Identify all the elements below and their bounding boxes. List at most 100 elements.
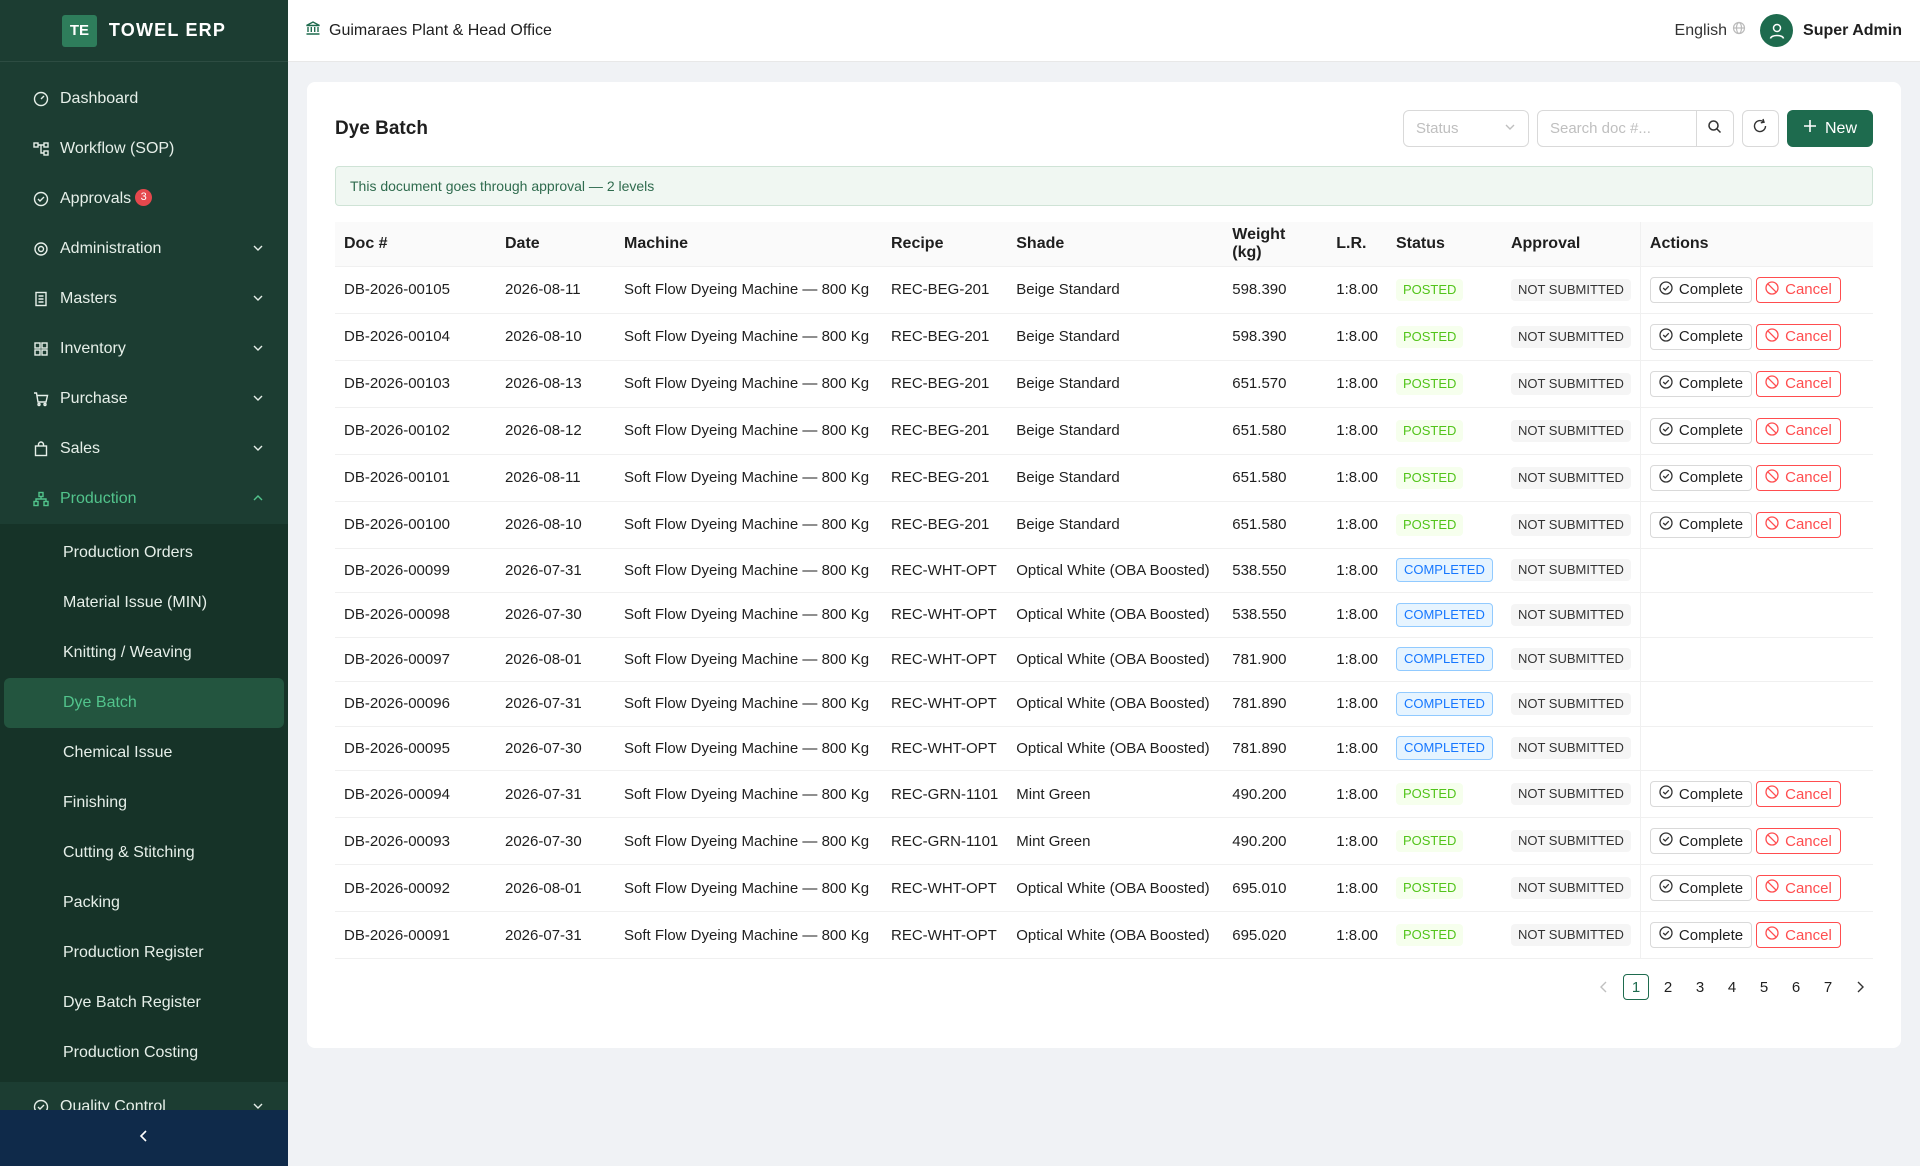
table-row[interactable]: DB-2026-00103 2026-08-13 Soft Flow Dyeing … [335, 360, 1873, 408]
search-button[interactable] [1696, 110, 1734, 147]
table-row[interactable]: DB-2026-00091 2026-07-31 Soft Flow Dyeing … [335, 911, 1873, 959]
sidebar-item-purchase[interactable]: Purchase [0, 374, 288, 424]
complete-button[interactable]: Complete [1649, 464, 1753, 491]
cell-shade: Mint Green [1007, 817, 1224, 865]
cancel-button[interactable]: Cancel [1756, 875, 1841, 901]
column-header-date[interactable]: Date [496, 222, 615, 267]
sidebar-subitem-packing[interactable]: Packing [4, 878, 284, 928]
sidebar-subitem-knitting-weaving[interactable]: Knitting / Weaving [4, 628, 284, 678]
table-row[interactable]: DB-2026-00092 2026-08-01 Soft Flow Dyeing … [335, 864, 1873, 912]
page-button[interactable]: 6 [1783, 974, 1809, 1000]
cell-doc: DB-2026-00104 [335, 313, 496, 361]
user-menu[interactable]: Super Admin [1760, 14, 1902, 47]
sidebar-subitem-finishing[interactable]: Finishing [4, 778, 284, 828]
sidebar-item-quality-control[interactable]: Quality Control [0, 1082, 288, 1110]
refresh-button[interactable] [1741, 110, 1779, 147]
sidebar-subitem-dye-batch[interactable]: Dye Batch [4, 678, 284, 728]
search-input[interactable] [1536, 110, 1697, 147]
cancel-label: Cancel [1785, 469, 1832, 486]
cancel-button[interactable]: Cancel [1756, 276, 1841, 303]
approval-badge: NOT SUBMITTED [1510, 372, 1631, 395]
cancel-button[interactable]: Cancel [1756, 828, 1841, 854]
page-button[interactable]: 7 [1815, 974, 1841, 1000]
sidebar-collapse-button[interactable] [0, 1110, 288, 1166]
check-circle-icon [1659, 374, 1673, 393]
next-page-button[interactable] [1847, 974, 1873, 1000]
sidebar-item-dashboard[interactable]: Dashboard [0, 74, 288, 124]
page-button[interactable]: 2 [1655, 974, 1681, 1000]
complete-label: Complete [1678, 926, 1744, 944]
table-row[interactable]: DB-2026-00105 2026-08-11 Soft Flow Dyeing … [335, 266, 1873, 314]
column-header-doc[interactable]: Doc # [335, 222, 496, 267]
cancel-button[interactable]: Cancel [1756, 417, 1841, 444]
table-row[interactable]: DB-2026-00096 2026-07-31 Soft Flow Dyeing … [335, 681, 1873, 727]
cancel-button[interactable]: Cancel [1756, 323, 1841, 350]
complete-button[interactable]: Complete [1649, 875, 1753, 901]
status-filter-select[interactable]: Status [1402, 110, 1529, 147]
table-row[interactable]: DB-2026-00102 2026-08-12 Soft Flow Dyeing … [335, 407, 1873, 455]
cancel-button[interactable]: Cancel [1756, 511, 1841, 538]
page-button[interactable]: 3 [1687, 974, 1713, 1000]
cell-recipe: REC-BEG-201 [882, 360, 1008, 408]
sidebar-item-workflow[interactable]: Workflow (SOP) [0, 124, 288, 174]
complete-button[interactable]: Complete [1649, 323, 1753, 350]
complete-button[interactable]: Complete [1649, 781, 1753, 807]
column-header-weight[interactable]: Weight (kg) [1223, 222, 1328, 267]
complete-button[interactable]: Complete [1649, 276, 1753, 303]
globe-icon [1732, 21, 1746, 40]
cell-actions: Complete Cancel [1639, 313, 1873, 361]
complete-button[interactable]: Complete [1649, 370, 1753, 397]
table-row[interactable]: DB-2026-00100 2026-08-10 Soft Flow Dyeing … [335, 501, 1873, 549]
cell-approval: NOT SUBMITTED [1501, 360, 1641, 408]
cell-machine: Soft Flow Dyeing Machine — 800 Kg [615, 637, 882, 682]
complete-button[interactable]: Complete [1649, 511, 1753, 538]
table-row[interactable]: DB-2026-00093 2026-07-30 Soft Flow Dyeing … [335, 817, 1873, 865]
sidebar-subitem-cutting-stitching[interactable]: Cutting & Stitching [4, 828, 284, 878]
column-header-status[interactable]: Status [1386, 222, 1502, 267]
org-selector[interactable]: Guimaraes Plant & Head Office [305, 20, 552, 41]
page-button[interactable]: 5 [1751, 974, 1777, 1000]
sidebar-subitem-material-issue[interactable]: Material Issue (MIN) [4, 578, 284, 628]
status-badge: POSTED [1395, 783, 1464, 805]
sidebar-item-inventory[interactable]: Inventory [0, 324, 288, 374]
new-button[interactable]: New [1786, 110, 1873, 147]
column-header-shade[interactable]: Shade [1007, 222, 1224, 267]
sidebar-subitem-production-orders[interactable]: Production Orders [4, 528, 284, 578]
prev-page-button[interactable] [1591, 974, 1617, 1000]
cancel-button[interactable]: Cancel [1756, 781, 1841, 807]
sidebar-item-production[interactable]: Production [0, 474, 288, 524]
table-row[interactable]: DB-2026-00098 2026-07-30 Soft Flow Dyeing … [335, 592, 1873, 638]
sidebar-subitem-chemical-issue[interactable]: Chemical Issue [4, 728, 284, 778]
column-header-machine[interactable]: Machine [615, 222, 882, 267]
cell-date: 2026-07-31 [496, 548, 615, 593]
table-row[interactable]: DB-2026-00104 2026-08-10 Soft Flow Dyeing … [335, 313, 1873, 361]
sidebar-item-masters[interactable]: Masters [0, 274, 288, 324]
table-row[interactable]: DB-2026-00097 2026-08-01 Soft Flow Dyeing … [335, 637, 1873, 682]
sidebar-item-administration[interactable]: Administration [0, 224, 288, 274]
cell-actions: Complete Cancel [1639, 407, 1873, 455]
stop-icon [1765, 374, 1779, 393]
column-header-approval[interactable]: Approval [1501, 222, 1641, 267]
cancel-button[interactable]: Cancel [1756, 464, 1841, 491]
column-header-lr[interactable]: L.R. [1327, 222, 1387, 267]
cancel-button[interactable]: Cancel [1756, 922, 1841, 948]
sidebar-subitem-production-register[interactable]: Production Register [4, 928, 284, 978]
complete-button[interactable]: Complete [1649, 922, 1753, 948]
table-row[interactable]: DB-2026-00099 2026-07-31 Soft Flow Dyeing … [335, 548, 1873, 593]
sidebar-subitem-dye-batch-register[interactable]: Dye Batch Register [4, 978, 284, 1028]
table-row[interactable]: DB-2026-00101 2026-08-11 Soft Flow Dyeing … [335, 454, 1873, 502]
page-button[interactable]: 1 [1623, 974, 1649, 1000]
complete-button[interactable]: Complete [1649, 828, 1753, 854]
language-selector[interactable]: English [1675, 21, 1746, 40]
table-row[interactable]: DB-2026-00094 2026-07-31 Soft Flow Dyeing … [335, 770, 1873, 818]
complete-button[interactable]: Complete [1649, 417, 1753, 444]
cancel-button[interactable]: Cancel [1756, 370, 1841, 397]
column-header-recipe[interactable]: Recipe [882, 222, 1008, 267]
page-button[interactable]: 4 [1719, 974, 1745, 1000]
sidebar-item-approvals[interactable]: Approvals 3 [0, 174, 288, 224]
sidebar-item-sales[interactable]: Sales [0, 424, 288, 474]
cell-date: 2026-08-10 [496, 313, 615, 361]
sidebar-subitem-production-costing[interactable]: Production Costing [4, 1028, 284, 1078]
brand[interactable]: TE TOWEL ERP [0, 0, 288, 62]
table-row[interactable]: DB-2026-00095 2026-07-30 Soft Flow Dyeing … [335, 726, 1873, 771]
